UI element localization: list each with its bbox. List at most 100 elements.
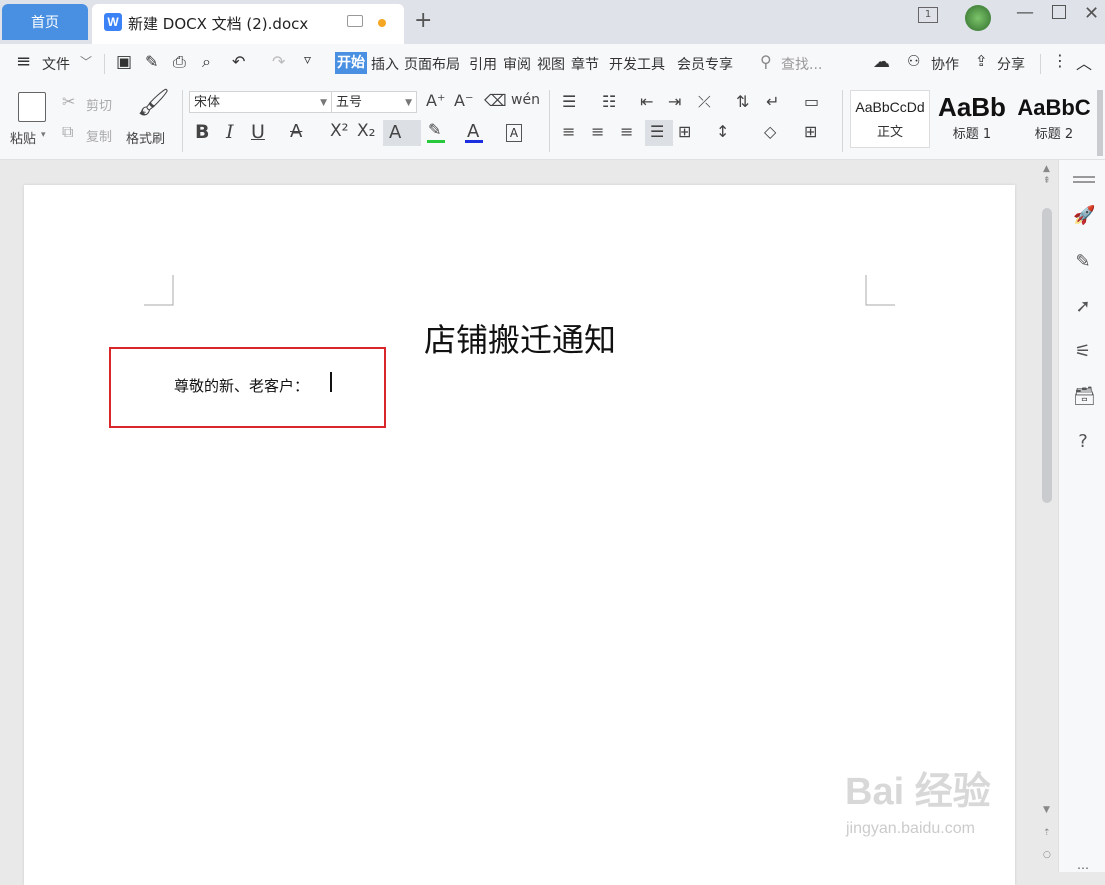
right-sidebar: 🚀 ✎ ➚ ⚟ 🗃 ? ⋯ [1058,160,1105,875]
tab-insert[interactable]: 插入 [371,54,399,74]
scissors-icon[interactable]: ✂ [62,94,75,110]
tab-member[interactable]: 会员专享 [677,54,733,74]
scroll-top-icon[interactable]: ⇞ [1043,176,1051,186]
more-dots-icon[interactable]: ⋯ [1073,858,1093,878]
tab-developer[interactable]: 开发工具 [609,54,665,74]
font-size-select[interactable]: 五号 ▼ [331,91,417,113]
scrollbar-thumb[interactable] [1042,208,1052,503]
tab-home[interactable]: 首页 [2,4,88,40]
bullet-list-icon[interactable]: ☰ [562,94,576,110]
tab-home-ribbon[interactable]: 开始 [335,52,367,74]
prev-page-icon[interactable]: ⇡ [1043,828,1051,838]
underline-icon[interactable]: U [251,123,265,142]
style-normal[interactable]: AaBbCcDd 正文 [850,90,930,148]
share-button[interactable]: 分享 [997,54,1025,74]
font-name-select[interactable]: 宋体 ▼ [189,91,332,113]
line-spacing-icon[interactable]: ↕ [716,124,729,140]
distributed-align-icon[interactable]: ⊞ [678,124,691,140]
style-heading-1-preview: AaBb [938,92,1006,122]
pen-icon[interactable]: ✎ [1073,252,1093,272]
format-painter-icon[interactable]: 🖌 [137,90,170,116]
collab-icon[interactable]: ⚇ [907,52,920,70]
select-browse-icon[interactable]: ○ [1043,850,1051,860]
text-effect-icon[interactable]: A [389,124,401,142]
collab-button[interactable]: 协作 [931,54,959,74]
borders-icon[interactable]: ⊞ [804,124,817,140]
sort-icon[interactable]: ⇅ [736,94,749,110]
italic-icon[interactable]: I [226,123,234,142]
tab-chapter[interactable]: 章节 [571,54,599,74]
shrink-font-icon[interactable]: A⁻ [454,93,473,109]
archive-icon[interactable]: 🗃 [1073,387,1096,407]
close-icon[interactable]: ✕ [1084,3,1099,24]
font-color-icon[interactable]: A [467,123,479,141]
vertical-scrollbar[interactable]: ▲ ⇞ ▼ ⇡ ○ [1039,160,1057,872]
file-menu[interactable]: 文件 [42,54,70,74]
tab-view[interactable]: 视图 [537,54,565,74]
style-heading-2-label: 标题 2 [1034,127,1074,142]
strikethrough-icon[interactable]: A [290,123,302,141]
highlight-icon[interactable]: ✎ [428,122,441,138]
character-border-icon[interactable]: A [506,124,522,142]
grow-font-icon[interactable]: A⁺ [426,93,445,109]
tab-references[interactable]: 引用 [469,54,497,74]
tab-review[interactable]: 审阅 [503,54,531,74]
minimize-icon[interactable]: — [1016,2,1034,23]
copy-button[interactable]: 复制 [86,126,112,145]
hamburger-icon[interactable]: ≡ [16,51,31,72]
tab-document[interactable]: W 新建 DOCX 文档 (2).docx [92,4,404,44]
undo-icon[interactable]: ↶ [232,52,245,71]
search-icon[interactable]: ⚲ [760,52,772,71]
avatar[interactable] [965,5,991,31]
print-preview-icon[interactable]: ⌕ [202,52,211,72]
pointer-icon[interactable]: ➚ [1073,297,1093,317]
redo-icon[interactable]: ↷ [272,52,285,71]
adjust-icon[interactable]: ⚟ [1073,342,1093,362]
more-icon[interactable]: ⋮ [1052,51,1068,70]
format-painter-button[interactable]: 格式刷 [126,128,165,147]
align-left-icon[interactable]: ≡ [562,124,575,140]
rocket-icon[interactable]: 🚀 [1073,206,1095,226]
decrease-indent-icon[interactable]: ⇤ [640,94,653,110]
window-layout-icon[interactable]: 1 [918,7,938,23]
cut-button[interactable]: 剪切 [86,95,112,114]
paste-icon[interactable] [18,92,46,122]
tab-page-layout[interactable]: 页面布局 [404,54,460,74]
scroll-down-icon[interactable]: ▼ [1043,805,1050,815]
subscript-icon[interactable]: X₂ [357,123,375,140]
document-tab-title: 新建 DOCX 文档 (2).docx [128,15,309,33]
search-input[interactable]: 查找... [781,54,822,74]
chevron-down-icon[interactable]: ﹀ [80,53,92,70]
style-heading-1[interactable]: AaBb 标题 1 [932,90,1012,148]
clear-format-icon[interactable]: ⌫ [484,93,507,109]
quick-access-more-icon[interactable]: ▿ [304,52,311,68]
save-icon[interactable]: ▣ [116,52,132,72]
maximize-icon[interactable] [1052,5,1066,19]
monitor-icon[interactable] [347,15,363,27]
superscript-icon[interactable]: X² [330,123,348,140]
collapse-ribbon-icon[interactable]: ︿ [1076,50,1092,74]
numbered-list-icon[interactable]: ☷ [602,94,616,110]
align-right-icon[interactable]: ≡ [620,124,633,140]
pinyin-guide-icon[interactable]: wén [511,93,540,107]
paste-button[interactable]: 粘贴 [10,128,36,147]
copy-icon[interactable]: ⧉ [62,124,73,140]
increase-indent-icon[interactable]: ⇥ [668,94,681,110]
help-icon[interactable]: ? [1073,432,1093,452]
justify-icon[interactable]: ☰ [650,124,664,140]
share-icon[interactable]: ⇪ [975,52,988,70]
style-heading-2[interactable]: AaBbC 标题 2 [1014,90,1094,148]
cloud-icon[interactable]: ☁ [873,52,890,72]
styles-scrollbar[interactable] [1097,90,1103,156]
new-tab-button[interactable]: + [414,8,432,33]
bold-icon[interactable]: B [195,123,209,142]
show-hide-marks-icon[interactable]: ↵ [766,94,779,110]
format-painter-quick-icon[interactable]: ✎ [145,52,158,71]
tab-stops-icon[interactable]: ▭ [804,94,819,110]
scroll-up-icon[interactable]: ▲ [1043,164,1050,174]
chinese-layout-icon[interactable]: ⤫ [698,94,711,110]
print-icon[interactable]: ⎙ [173,52,186,72]
annotation-highlight-box [109,347,386,428]
align-center-icon[interactable]: ≡ [591,124,604,140]
shading-icon[interactable]: ◇ [764,124,776,140]
